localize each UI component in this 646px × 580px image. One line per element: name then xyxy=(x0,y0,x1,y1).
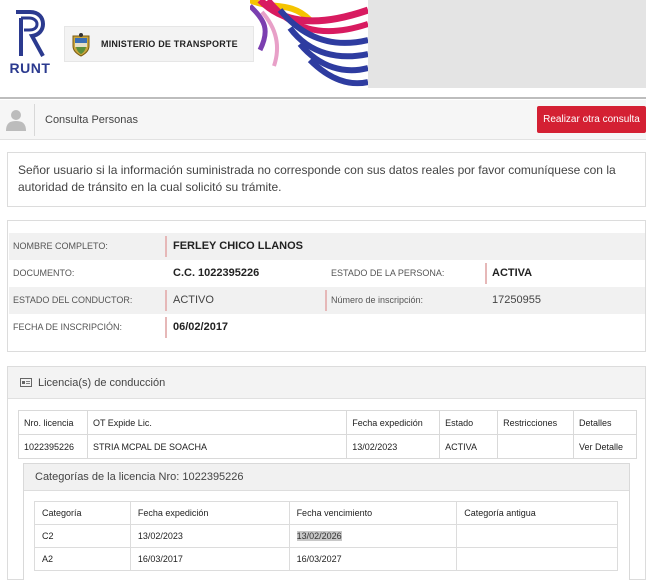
table-cell xyxy=(497,434,575,459)
user-icon xyxy=(6,110,26,131)
table-cell: STRIA MCPAL DE SOACHA xyxy=(86,434,348,459)
estado-persona-value: ACTIVA xyxy=(492,267,533,279)
table-cell: A2 xyxy=(34,547,131,571)
categorias-table: Categoría Fecha expedición Fecha vencimi… xyxy=(34,501,618,571)
table-cell: 1022395226 xyxy=(18,434,88,459)
notice-box: Señor usuario si la información suminist… xyxy=(7,152,646,207)
field-divider xyxy=(325,290,327,311)
field-divider xyxy=(165,317,167,338)
column-header: Detalles xyxy=(573,410,637,435)
row-estado-conductor: ESTADO DEL CONDUCTOR: ACTIVO Número de i… xyxy=(9,287,645,314)
numero-inscripcion-value: 17250955 xyxy=(492,294,541,306)
top-banner: RUNT MINISTERIO DE TRANSPORTE xyxy=(0,0,646,97)
ministerio-label: MINISTERIO DE TRANSPORTE xyxy=(101,39,238,49)
licencias-header[interactable]: Licencia(s) de conducción xyxy=(8,367,645,399)
fecha-inscripcion-value: 06/02/2017 xyxy=(173,321,229,333)
selected-text: 13/02/2026 xyxy=(296,531,342,541)
table-cell: 16/03/2027 xyxy=(288,547,458,571)
table-cell: 13/02/2026 xyxy=(288,524,458,548)
numero-inscripcion-label: Número de inscripción: xyxy=(331,295,424,305)
column-header: Fecha vencimiento xyxy=(288,501,458,525)
estado-conductor-label: ESTADO DEL CONDUCTOR: xyxy=(13,295,133,305)
runt-r-icon xyxy=(16,10,46,57)
new-query-button[interactable]: Realizar otra consulta xyxy=(537,106,646,133)
row-documento: DOCUMENTO: C.C. 1022395226 ESTADO DE LA … xyxy=(9,260,645,287)
table-cell: 13/02/2023 xyxy=(129,524,290,548)
nombre-label: NOMBRE COMPLETO: xyxy=(13,241,108,251)
runt-wordmark: RUNT xyxy=(9,60,51,76)
row-fecha-inscripcion: FECHA DE INSCRIPCIÓN: 06/02/2017 xyxy=(9,314,645,341)
field-divider xyxy=(165,236,167,257)
table-cell: 13/02/2023 xyxy=(346,434,441,459)
table-row: C2 13/02/2023 13/02/2026 xyxy=(34,524,618,548)
licencias-table: Nro. licencia OT Expide Lic. Fecha exped… xyxy=(18,410,637,459)
banner-divider xyxy=(0,97,646,99)
table-cell: ACTIVA xyxy=(439,434,499,459)
categorias-title: Categorías de la licencia Nro: 102239522… xyxy=(35,471,244,483)
column-header: OT Expide Lic. xyxy=(86,410,348,435)
fecha-inscripcion-label: FECHA DE INSCRIPCIÓN: xyxy=(13,322,123,332)
banner-gray-area xyxy=(368,0,646,88)
decorative-wave-art xyxy=(250,0,368,88)
column-header: Categoría xyxy=(34,501,131,525)
table-header-row: Nro. licencia OT Expide Lic. Fecha exped… xyxy=(18,410,637,435)
table-row: 1022395226 STRIA MCPAL DE SOACHA 13/02/2… xyxy=(18,434,637,459)
id-card-icon xyxy=(20,378,32,387)
page-title: Consulta Personas xyxy=(45,114,138,126)
column-header: Categoría antigua xyxy=(456,501,618,525)
person-details-panel: NOMBRE COMPLETO: FERLEY CHICO LLANOS DOC… xyxy=(7,220,646,352)
estado-conductor-value: ACTIVO xyxy=(173,294,214,306)
table-row: A2 16/03/2017 16/03/2027 xyxy=(34,547,618,571)
field-divider xyxy=(485,263,487,284)
row-nombre: NOMBRE COMPLETO: FERLEY CHICO LLANOS xyxy=(9,233,645,260)
table-header-row: Categoría Fecha expedición Fecha vencimi… xyxy=(34,501,618,525)
table-cell xyxy=(456,547,618,571)
coat-of-arms-icon xyxy=(72,33,90,57)
column-header: Estado xyxy=(439,410,499,435)
documento-value: C.C. 1022395226 xyxy=(173,267,260,279)
column-header: Fecha expedición xyxy=(129,501,290,525)
header-divider xyxy=(34,104,35,136)
column-header: Fecha expedición xyxy=(346,410,441,435)
runt-logo: RUNT xyxy=(8,10,52,76)
column-header: Nro. licencia xyxy=(18,410,88,435)
table-cell: C2 xyxy=(34,524,131,548)
nombre-value: FERLEY CHICO LLANOS xyxy=(173,240,303,252)
table-cell xyxy=(456,524,618,548)
licencias-panel: Licencia(s) de conducción Nro. licencia … xyxy=(7,366,646,580)
table-cell: 16/03/2017 xyxy=(129,547,290,571)
categorias-body: Categoría Fecha expedición Fecha vencimi… xyxy=(24,490,629,580)
field-divider xyxy=(165,290,167,311)
licencias-title: Licencia(s) de conducción xyxy=(38,377,166,389)
column-header: Restricciones xyxy=(497,410,575,435)
ver-detalle-link[interactable]: Ver Detalle xyxy=(573,434,637,459)
estado-persona-label: ESTADO DE LA PERSONA: xyxy=(331,268,445,278)
categorias-panel: Categorías de la licencia Nro: 102239522… xyxy=(23,463,630,580)
ministerio-badge: MINISTERIO DE TRANSPORTE xyxy=(64,26,254,62)
documento-label: DOCUMENTO: xyxy=(13,268,75,278)
